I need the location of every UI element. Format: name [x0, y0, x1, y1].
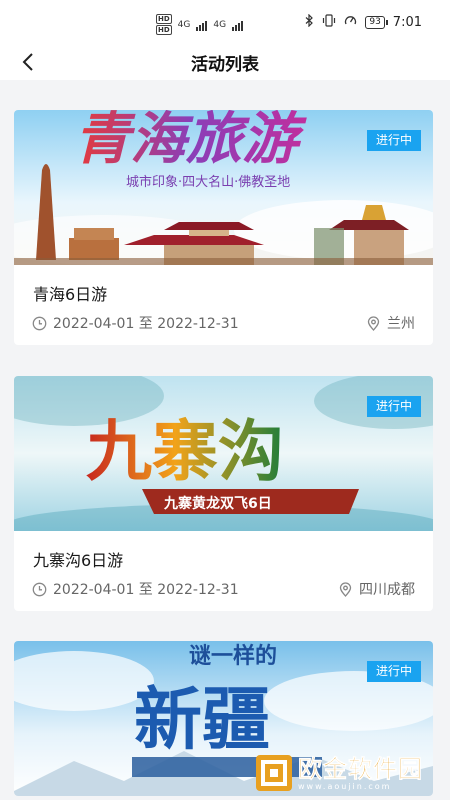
- location-pin-icon: [367, 315, 380, 331]
- status-bar: HD HD 4G 4G 93 7:01: [0, 0, 450, 44]
- signal-icon: [196, 19, 208, 31]
- activity-title: 九寨沟6日游: [33, 551, 124, 570]
- watermark-brand: 欧金软件园: [298, 754, 423, 783]
- activity-list[interactable]: 青海旅游 城市印象·四大名山·佛教圣地 进行中 青海6日游 2022-04-01…: [0, 80, 450, 800]
- page-title: 活动列表: [191, 55, 259, 75]
- network-indicators: HD HD 4G 4G: [156, 14, 244, 35]
- date-range: 2022-04-01 至 2022-12-31: [53, 582, 239, 598]
- clock-icon: [32, 582, 47, 596]
- banner-title: 新疆: [134, 680, 270, 760]
- activity-card[interactable]: 青海旅游 城市印象·四大名山·佛教圣地 进行中 青海6日游 2022-04-01…: [14, 110, 433, 345]
- vibrate-icon: [322, 14, 336, 31]
- activity-location: 兰州: [366, 313, 415, 333]
- hd-icon: HD HD: [156, 14, 172, 35]
- activity-banner: 九寨沟 九寨黄龙双飞6日 进行中: [14, 376, 433, 531]
- watermark-url: www.aoujin.com: [298, 781, 392, 791]
- activity-date: 2022-04-01 至 2022-12-31: [32, 579, 239, 599]
- banner-subtitle: 谜一样的: [189, 643, 277, 669]
- activity-location: 四川成都: [338, 579, 415, 599]
- clock-icon: [32, 316, 47, 330]
- network-type-2: 4G: [213, 19, 227, 30]
- system-indicators: 93 7:01: [305, 13, 422, 31]
- watermark: 欧金软件园 www.aoujin.com: [254, 750, 444, 796]
- banner-title: 青海旅游: [74, 110, 307, 172]
- battery-icon: 93: [365, 16, 389, 29]
- clock: 7:01: [392, 15, 422, 30]
- banner-subtitle: 九寨黄龙双飞6日: [163, 495, 272, 512]
- banner-title: 九寨沟: [86, 412, 284, 490]
- status-badge: 进行中: [366, 661, 421, 682]
- signal-icon-2: [232, 19, 244, 31]
- activity-card[interactable]: 九寨沟 九寨黄龙双飞6日 进行中 九寨沟6日游 2022-04-01 至 202…: [14, 376, 433, 611]
- watermark-logo-icon: [256, 755, 292, 791]
- speed-icon: [344, 14, 357, 31]
- status-badge: 进行中: [366, 130, 421, 151]
- activity-info: 青海6日游 2022-04-01 至 2022-12-31 兰州: [14, 265, 433, 345]
- activity-info: 九寨沟6日游 2022-04-01 至 2022-12-31 四川成都: [14, 531, 433, 611]
- activity-date: 2022-04-01 至 2022-12-31: [32, 313, 239, 333]
- network-type-1: 4G: [177, 19, 191, 30]
- banner-subtitle: 城市印象·四大名山·佛教圣地: [126, 174, 290, 190]
- status-badge: 进行中: [366, 396, 421, 417]
- location-label: 四川成都: [359, 582, 415, 598]
- location-label: 兰州: [387, 316, 415, 332]
- location-pin-icon: [339, 581, 352, 597]
- watermark-text: 欧金软件园 www.aoujin.com: [298, 754, 423, 791]
- activity-title: 青海6日游: [33, 285, 108, 304]
- nav-bar: 活动列表: [0, 44, 450, 80]
- bluetooth-icon: [305, 13, 314, 31]
- activity-banner: 青海旅游 城市印象·四大名山·佛教圣地 进行中: [14, 110, 433, 265]
- date-range: 2022-04-01 至 2022-12-31: [53, 316, 239, 332]
